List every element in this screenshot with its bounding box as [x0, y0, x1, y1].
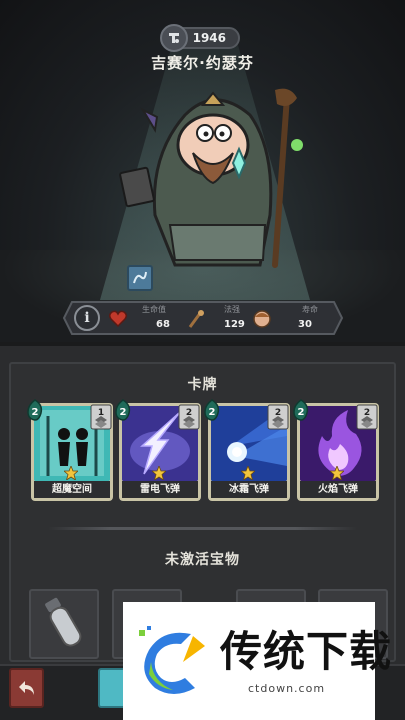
card-2[interactable]: 冰霜飞弹 2 2	[204, 399, 290, 501]
card-cost: 2	[298, 407, 305, 418]
card-1[interactable]: 雷电飞弹 2 2	[115, 399, 201, 501]
vial-icon	[45, 597, 82, 647]
stat-hp: 生命值 68	[108, 302, 178, 334]
mana-cost-icon: 2	[204, 399, 220, 421]
life-label: 寿命	[302, 305, 318, 314]
card-level-icon: 2	[267, 404, 289, 430]
star-icon	[241, 466, 255, 480]
back-button[interactable]	[9, 668, 44, 708]
card-name: 冰霜飞弹	[211, 481, 287, 498]
rune-badge-icon[interactable]	[127, 265, 153, 291]
card-level: 1	[98, 408, 104, 418]
life-value: 30	[298, 319, 312, 330]
watermark-brand: 传统下载	[220, 627, 393, 676]
card-level: 2	[186, 408, 192, 418]
card-cost: 2	[120, 407, 127, 418]
stat-power: 法强 129	[186, 302, 256, 334]
wizard-character-icon[interactable]	[115, 75, 315, 275]
card-level: 2	[275, 408, 281, 418]
face-icon	[253, 310, 271, 328]
watermark-url: ctdown.com	[248, 682, 326, 695]
card-name: 火焰飞弹	[300, 481, 376, 498]
card-cost: 2	[32, 407, 39, 418]
card-level: 2	[364, 408, 370, 418]
cards-section-title: 卡牌	[187, 377, 218, 393]
level-icon	[160, 24, 188, 52]
card-level-icon: 2	[356, 404, 378, 430]
card-level-icon: 1	[90, 404, 112, 430]
info-button[interactable]: i	[74, 305, 100, 331]
card-0[interactable]: 超魔空间 2 1	[27, 399, 113, 501]
power-value: 129	[224, 319, 245, 330]
card-3[interactable]: 火焰飞弹 2 2	[293, 399, 379, 501]
staff-icon	[188, 310, 204, 328]
hp-value: 68	[156, 319, 170, 330]
section-divider	[48, 527, 357, 530]
card-level-icon: 2	[178, 404, 200, 430]
treasure-slot-vial[interactable]	[29, 589, 99, 659]
card-name: 超魔空间	[34, 481, 110, 498]
panel-divider	[0, 342, 405, 346]
star-icon	[152, 466, 166, 480]
level-badge: 1946	[160, 24, 240, 52]
star-icon	[64, 466, 78, 480]
stat-life: 寿命 30	[252, 302, 332, 334]
heart-icon	[108, 310, 128, 328]
hp-label: 生命值	[142, 305, 166, 314]
return-arrow-icon	[18, 681, 34, 695]
mana-cost-icon: 2	[27, 399, 43, 421]
card-cost: 2	[209, 407, 216, 418]
mana-cost-icon: 2	[115, 399, 131, 421]
level-value: 1946	[192, 31, 226, 45]
ctdown-logo-icon	[139, 626, 205, 694]
mana-cost-icon: 2	[293, 399, 309, 421]
treasures-section-title: 未激活宝物	[165, 552, 240, 568]
card-name: 雷电飞弹	[122, 481, 198, 498]
star-icon	[330, 466, 344, 480]
stats-bar: i 生命值 68 法强 129 寿命 30	[62, 300, 344, 336]
character-name: 吉赛尔·约瑟芬	[151, 54, 254, 72]
power-label: 法强	[224, 305, 240, 314]
